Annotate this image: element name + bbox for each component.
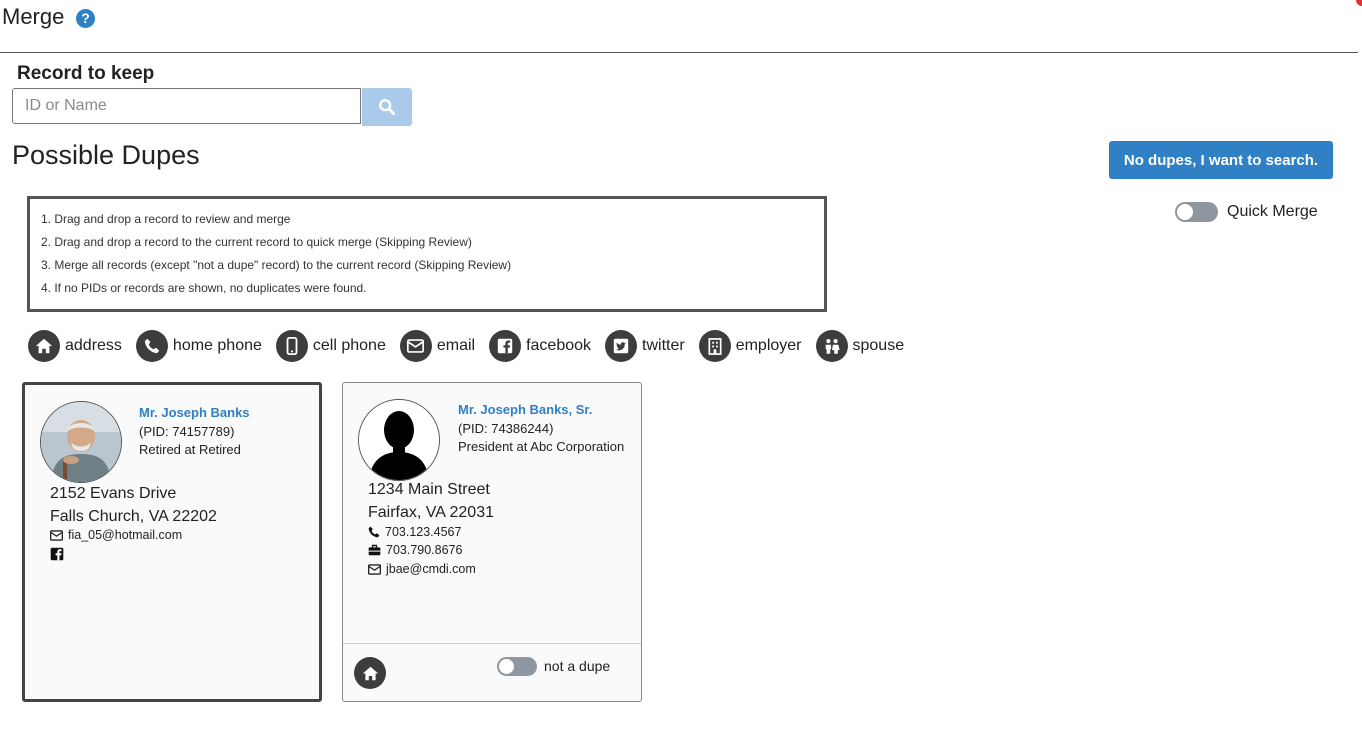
- record-employer: President at Abc Corporation: [458, 439, 625, 454]
- card-footer-divider: [343, 643, 641, 644]
- not-a-dupe-toggle[interactable]: [497, 657, 537, 676]
- briefcase-icon: [368, 544, 381, 556]
- header-divider: [0, 52, 1358, 53]
- record-search-button[interactable]: [362, 88, 412, 126]
- twitter-icon: [605, 330, 638, 362]
- instructions-box: 1. Drag and drop a record to review and …: [27, 196, 827, 312]
- question-circle-icon[interactable]: ?: [76, 9, 95, 28]
- search-icon: [379, 99, 396, 116]
- filter-bar: address home phone cell phone email face…: [28, 330, 918, 362]
- record-home-phone: 703.123.4567: [385, 525, 462, 539]
- filter-label: home phone: [172, 337, 262, 354]
- filter-cell-phone[interactable]: cell phone: [275, 330, 386, 362]
- facebook-icon[interactable]: [50, 547, 64, 561]
- record-address-line1: 2152 Evans Drive: [50, 485, 177, 502]
- record-address-line1: 1234 Main Street: [368, 481, 490, 498]
- record-card[interactable]: Mr. Joseph Banks (PID: 74157789) Retired…: [22, 382, 322, 702]
- quick-merge-toggle[interactable]: [1175, 202, 1218, 222]
- instruction-line: 4. If no PIDs or records are shown, no d…: [41, 281, 367, 295]
- envelope-icon: [399, 330, 432, 362]
- filter-label: twitter: [642, 337, 685, 354]
- building-icon: [698, 330, 731, 362]
- filter-address[interactable]: address: [28, 330, 122, 362]
- no-dupes-button[interactable]: No dupes, I want to search.: [1109, 141, 1333, 179]
- record-work-phone-row: 703.790.8676: [368, 543, 462, 557]
- record-card[interactable]: Mr. Joseph Banks, Sr. (PID: 74386244) Pr…: [342, 382, 642, 702]
- instruction-line: 2. Drag and drop a record to the current…: [41, 235, 472, 249]
- record-name[interactable]: Mr. Joseph Banks, Sr.: [458, 402, 592, 417]
- record-home-phone-row: 703.123.4567: [368, 525, 461, 539]
- instruction-line: 1. Drag and drop a record to review and …: [41, 212, 291, 226]
- record-facebook-row: [50, 547, 69, 561]
- facebook-icon: [489, 330, 522, 362]
- filter-home-phone[interactable]: home phone: [135, 330, 262, 362]
- filter-label: cell phone: [312, 337, 386, 354]
- phone-icon: [368, 526, 380, 538]
- quick-merge-label: Quick Merge: [1227, 203, 1318, 220]
- instruction-line: 3. Merge all records (except "not a dupe…: [41, 258, 512, 272]
- couple-icon: [815, 330, 848, 362]
- filter-email[interactable]: email: [399, 330, 476, 362]
- record-search-input[interactable]: [12, 88, 361, 124]
- phone-icon: [135, 330, 168, 362]
- record-email-row: jbae@cmdi.com: [368, 562, 476, 576]
- toggle-knob: [499, 659, 514, 674]
- record-name[interactable]: Mr. Joseph Banks: [139, 405, 250, 420]
- possible-dupes-heading: Possible Dupes: [12, 140, 200, 170]
- filter-label: employer: [735, 337, 802, 354]
- record-address-line2: Falls Church, VA 22202: [50, 508, 217, 525]
- record-employer: Retired at Retired: [139, 442, 241, 457]
- filter-label: facebook: [526, 337, 592, 354]
- not-a-dupe-label: not a dupe: [544, 658, 611, 674]
- filter-label: email: [436, 337, 476, 354]
- filter-spouse[interactable]: spouse: [815, 330, 905, 362]
- filter-label: address: [65, 337, 122, 354]
- filter-employer[interactable]: employer: [698, 330, 802, 362]
- avatar: [358, 399, 440, 481]
- home-icon: [28, 330, 60, 362]
- toggle-knob: [1177, 204, 1193, 220]
- record-address-line2: Fairfax, VA 22031: [368, 504, 494, 521]
- record-pid: (PID: 74386244): [458, 421, 554, 436]
- record-email: jbae@cmdi.com: [386, 562, 476, 576]
- record-to-keep-label: Record to keep: [17, 63, 155, 84]
- filter-twitter[interactable]: twitter: [605, 330, 685, 362]
- corner-indicator: [1356, 0, 1362, 6]
- home-icon[interactable]: [354, 657, 386, 689]
- record-pid: (PID: 74157789): [139, 424, 235, 439]
- avatar: [40, 401, 122, 483]
- filter-facebook[interactable]: facebook: [489, 330, 591, 362]
- page-title: Merge: [2, 4, 65, 29]
- envelope-icon: [50, 529, 63, 541]
- record-work-phone: 703.790.8676: [386, 543, 463, 557]
- record-email: fia_05@hotmail.com: [68, 528, 183, 542]
- mobile-icon: [275, 330, 308, 362]
- filter-label: spouse: [852, 337, 905, 354]
- record-email-row: fia_05@hotmail.com: [50, 528, 182, 542]
- envelope-icon: [368, 563, 381, 575]
